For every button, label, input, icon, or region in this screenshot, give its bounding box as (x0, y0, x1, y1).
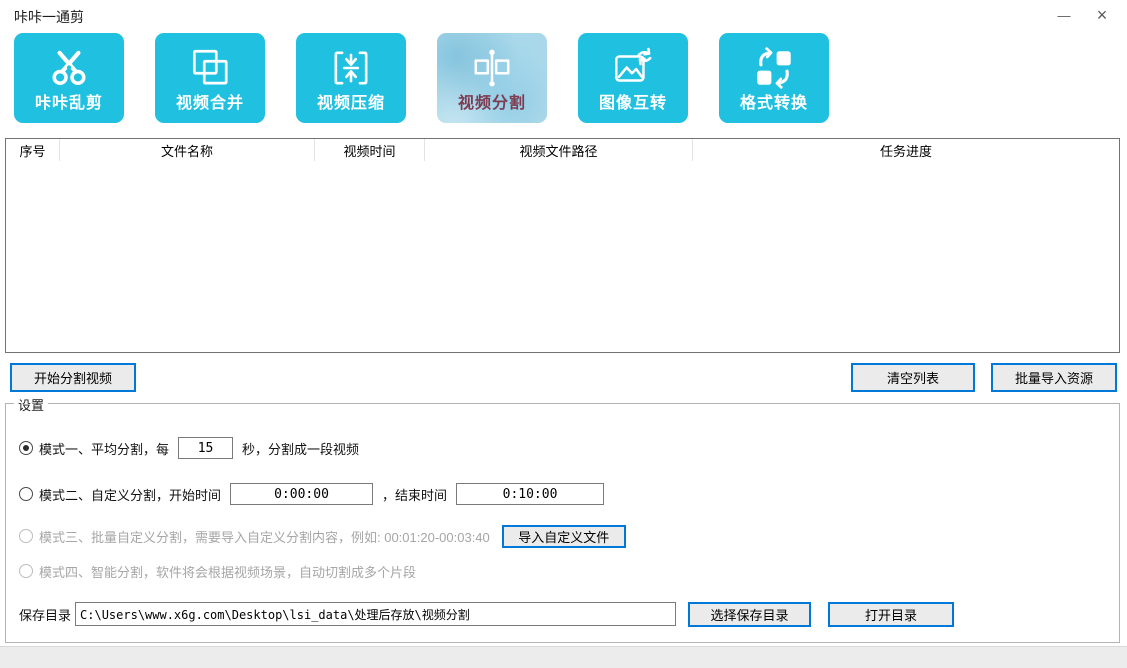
batch-import-button[interactable]: 批量导入资源 (991, 363, 1117, 392)
close-icon: × (1097, 5, 1108, 26)
tool-button-kaka-cut[interactable]: 咔咔乱剪 (14, 33, 124, 123)
seconds-input[interactable] (178, 437, 233, 459)
tool-button-video-merge[interactable]: 视频合并 (155, 33, 265, 123)
tool-button-label: 格式转换 (740, 91, 808, 117)
choose-save-dir-button[interactable]: 选择保存目录 (688, 602, 811, 627)
import-custom-file-button[interactable]: 导入自定义文件 (502, 525, 626, 548)
merge-icon (187, 33, 233, 91)
minimize-icon: — (1058, 8, 1071, 23)
column-header-filename[interactable]: 文件名称 (60, 139, 315, 161)
format-convert-icon (751, 33, 797, 91)
mode2-row: 模式二、自定义分割，开始时间 ，结束时间 (19, 481, 604, 507)
tool-button-label: 视频分割 (458, 91, 526, 117)
clear-list-button[interactable]: 清空列表 (851, 363, 975, 392)
file-table-body (6, 161, 1119, 352)
mode3-radio (19, 529, 33, 543)
save-dir-row: 保存目录 (19, 601, 676, 627)
end-time-input[interactable] (456, 483, 604, 505)
start-split-button[interactable]: 开始分割视频 (10, 363, 136, 392)
split-icon (469, 33, 515, 91)
tool-button-label: 视频合并 (176, 91, 244, 117)
mode1-label-suffix: 秒，分割成一段视频 (242, 439, 359, 458)
mode1-label-prefix: 模式一、平均分割，每 (39, 439, 169, 458)
scissors-icon (46, 33, 92, 91)
mode4-row: 模式四、智能分割，软件将会根据视频场景，自动切割成多个片段 (19, 558, 416, 584)
minimize-button[interactable]: — (1045, 0, 1083, 30)
save-dir-label: 保存目录 (19, 605, 71, 624)
status-bar (0, 646, 1127, 668)
mode2-label-mid: ，结束时间 (382, 485, 447, 504)
toolbar: 咔咔乱剪 视频合并 视频压缩 (14, 33, 829, 123)
column-header-duration[interactable]: 视频时间 (315, 139, 425, 161)
save-dir-input[interactable] (75, 602, 676, 626)
title-bar: 咔咔一通剪 — × (0, 0, 1127, 30)
file-table: 序号 文件名称 视频时间 视频文件路径 任务进度 (5, 138, 1120, 353)
window-title: 咔咔一通剪 (14, 7, 84, 27)
mode2-label-prefix: 模式二、自定义分割，开始时间 (39, 485, 221, 504)
window-controls: — × (1045, 0, 1121, 30)
column-header-index[interactable]: 序号 (6, 139, 60, 161)
settings-group: 设置 模式一、平均分割，每 秒，分割成一段视频 模式二、自定义分割，开始时间 ，… (5, 403, 1120, 643)
tool-button-label: 咔咔乱剪 (35, 91, 103, 117)
column-header-progress[interactable]: 任务进度 (693, 139, 1119, 161)
mode2-radio[interactable] (19, 487, 33, 501)
column-header-filepath[interactable]: 视频文件路径 (425, 139, 693, 161)
mode3-row: 模式三、批量自定义分割，需要导入自定义分割内容，例如: 00:01:20-00:… (19, 523, 626, 549)
image-convert-icon (610, 33, 656, 91)
mode4-label: 模式四、智能分割，软件将会根据视频场景，自动切割成多个片段 (39, 562, 416, 581)
tool-button-label: 图像互转 (599, 91, 667, 117)
tool-button-format-convert[interactable]: 格式转换 (719, 33, 829, 123)
close-button[interactable]: × (1083, 0, 1121, 30)
settings-group-label: 设置 (14, 395, 48, 414)
open-dir-button[interactable]: 打开目录 (828, 602, 954, 627)
file-table-header: 序号 文件名称 视频时间 视频文件路径 任务进度 (6, 139, 1119, 161)
tool-button-label: 视频压缩 (317, 91, 385, 117)
tool-button-video-split[interactable]: 视频分割 (437, 33, 547, 123)
tool-button-video-compress[interactable]: 视频压缩 (296, 33, 406, 123)
mode1-row: 模式一、平均分割，每 秒，分割成一段视频 (19, 435, 359, 461)
tool-button-image-convert[interactable]: 图像互转 (578, 33, 688, 123)
mode1-radio[interactable] (19, 441, 33, 455)
mode4-radio (19, 564, 33, 578)
start-time-input[interactable] (230, 483, 373, 505)
compress-icon (328, 33, 374, 91)
mode3-label: 模式三、批量自定义分割，需要导入自定义分割内容，例如: 00:01:20-00:… (39, 527, 490, 546)
